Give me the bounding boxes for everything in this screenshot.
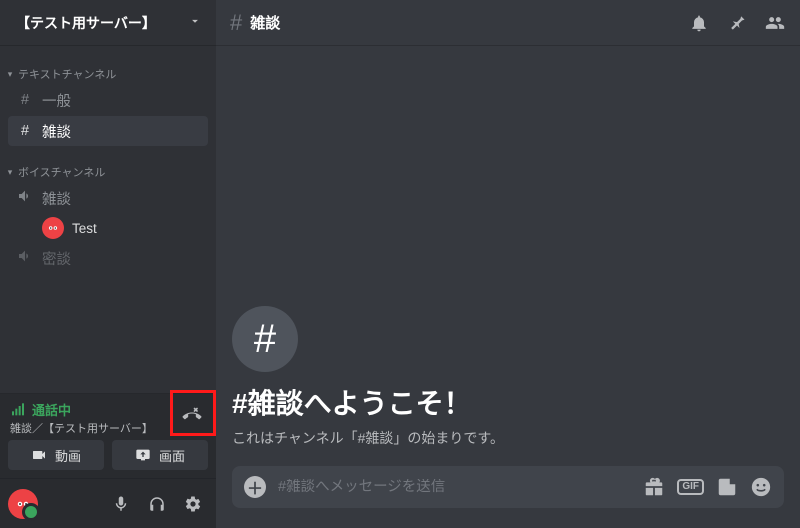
plus-icon: ＋ — [247, 475, 263, 499]
voice-user-name: Test — [72, 221, 97, 236]
sticker-button[interactable] — [716, 476, 738, 498]
gear-icon — [184, 495, 202, 513]
gif-button[interactable]: GIF — [677, 479, 704, 495]
category-label: ボイスチャンネル — [18, 164, 105, 180]
welcome-title: #雑談へようこそ！ — [232, 382, 784, 422]
deafen-button[interactable] — [142, 489, 172, 519]
speaker-icon — [16, 188, 34, 208]
attach-button[interactable]: ＋ — [244, 476, 266, 498]
voice-connection-path: 雑談／【テスト用サーバー】 — [10, 420, 153, 436]
channel-sidebar: 【テスト用サーバー】 ▾ テキストチャンネル # 一般 # 雑談 ▾ ボイスチャ… — [0, 0, 216, 528]
message-composer: ＋ GIF — [232, 466, 784, 508]
category-text[interactable]: ▾ テキストチャンネル — [0, 64, 216, 84]
chevron-down-icon: ▾ — [4, 69, 16, 80]
disconnect-call-icon — [182, 406, 202, 426]
voice-channel-zatsudan[interactable]: 雑談 — [8, 183, 208, 213]
channel-topbar: # 雑談 — [216, 0, 800, 46]
channel-name: 一般 — [42, 90, 71, 111]
pin-icon — [727, 13, 747, 33]
text-channel-zatsudan[interactable]: # 雑談 — [8, 116, 208, 146]
microphone-icon — [112, 495, 130, 513]
screen-share-icon — [135, 447, 151, 463]
members-icon — [765, 13, 785, 33]
gift-button[interactable] — [643, 476, 665, 498]
category-label: テキストチャンネル — [18, 66, 116, 82]
gift-icon — [643, 476, 665, 498]
chevron-down-icon — [188, 14, 202, 31]
disconnect-button[interactable] — [176, 400, 208, 432]
user-settings-button[interactable] — [178, 489, 208, 519]
voice-channel-mitsudan[interactable]: 密談 — [8, 243, 208, 273]
welcome-hash-icon: # — [232, 306, 298, 372]
self-avatar[interactable] — [8, 489, 38, 519]
channel-name: 雑談 — [42, 188, 71, 209]
channel-list: ▾ テキストチャンネル # 一般 # 雑談 ▾ ボイスチャンネル 雑談 — [0, 46, 216, 393]
voice-connection-panel: 通話中 雑談／【テスト用サーバー】 — [0, 393, 216, 440]
pinned-messages-button[interactable] — [726, 12, 748, 34]
text-channel-general[interactable]: # 一般 — [8, 85, 208, 115]
video-icon — [31, 447, 47, 463]
main-area: # 雑談 # #雑談へようこそ！ これはチャンネル「#雑談」の始まりです。 ＋ — [216, 0, 800, 528]
server-header[interactable]: 【テスト用サーバー】 — [0, 0, 216, 46]
hash-icon: # — [230, 10, 242, 36]
emoji-icon — [750, 476, 772, 498]
channel-title: 雑談 — [250, 12, 280, 33]
user-panel — [0, 478, 216, 528]
gif-icon: GIF — [677, 479, 704, 495]
video-button[interactable]: 動画 — [8, 440, 104, 470]
voice-connection-status[interactable]: 通話中 — [10, 400, 153, 419]
hash-icon: # — [16, 92, 34, 108]
server-name: 【テスト用サーバー】 — [16, 13, 156, 33]
headphones-icon — [148, 495, 166, 513]
speaker-icon — [16, 248, 34, 268]
voice-user[interactable]: Test — [8, 215, 208, 241]
sticker-icon — [716, 476, 738, 498]
chevron-down-icon: ▾ — [4, 167, 16, 178]
mute-button[interactable] — [106, 489, 136, 519]
status-online-icon — [22, 503, 40, 521]
message-area: # #雑談へようこそ！ これはチャンネル「#雑談」の始まりです。 — [216, 46, 800, 466]
notifications-button[interactable] — [688, 12, 710, 34]
channel-name: 密談 — [42, 248, 71, 269]
message-input[interactable] — [278, 479, 631, 495]
channel-name: 雑談 — [42, 121, 71, 142]
voice-action-buttons: 動画 画面 — [0, 440, 216, 478]
screen-share-button[interactable]: 画面 — [112, 440, 208, 470]
bell-icon — [689, 13, 709, 33]
avatar — [42, 217, 64, 239]
welcome-subtitle: これはチャンネル「#雑談」の始まりです。 — [232, 428, 784, 448]
hash-icon: # — [16, 123, 34, 139]
signal-icon — [10, 402, 26, 418]
member-list-button[interactable] — [764, 12, 786, 34]
category-voice[interactable]: ▾ ボイスチャンネル — [0, 162, 216, 182]
emoji-button[interactable] — [750, 476, 772, 498]
